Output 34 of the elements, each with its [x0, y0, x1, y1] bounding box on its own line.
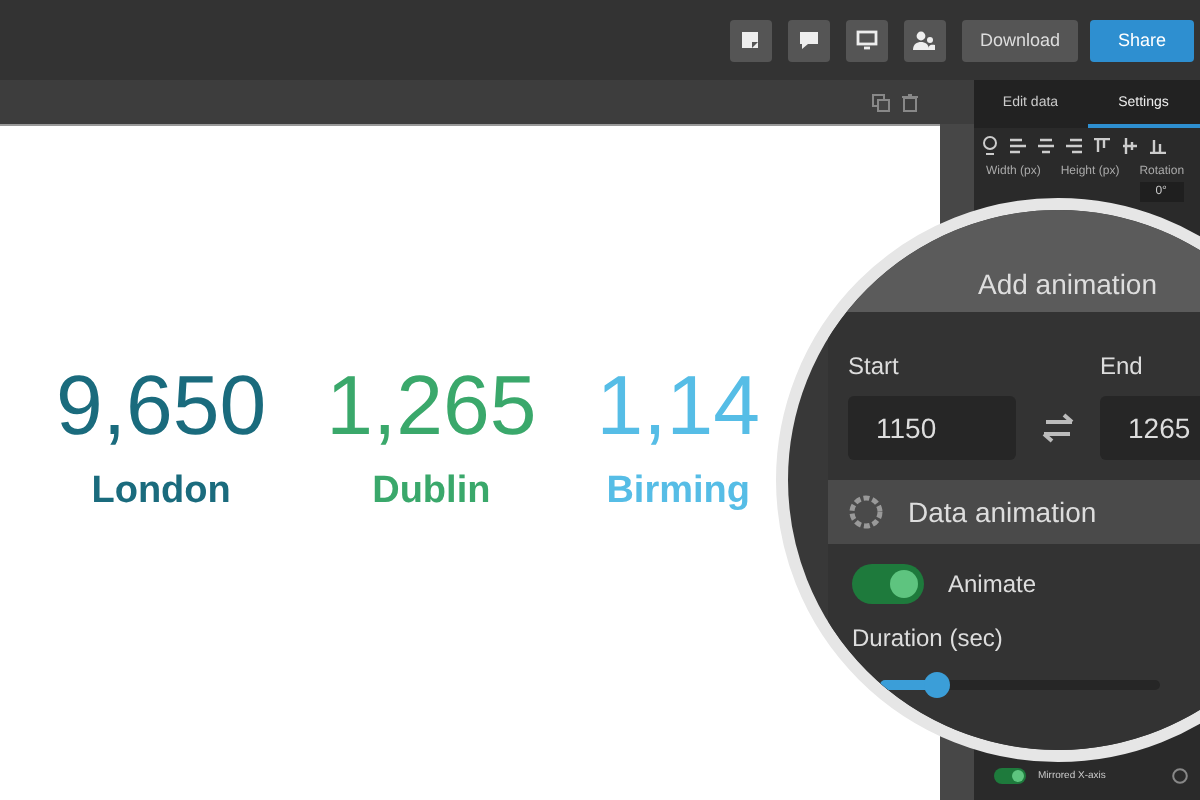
- toggle-label: Animate: [948, 570, 1037, 598]
- stat-value: 9,650: [56, 362, 267, 450]
- stat-label: London: [91, 470, 231, 514]
- stat-value: 1,14: [596, 362, 760, 450]
- stat-label: Birming: [606, 470, 750, 514]
- speech-bubble-icon[interactable]: [787, 19, 830, 61]
- duration-label: Duration (sec): [852, 624, 1003, 652]
- toggle-switch[interactable]: [994, 768, 1026, 784]
- share-button[interactable]: Share: [1090, 19, 1194, 61]
- start-label: Start: [848, 352, 901, 380]
- align-icon[interactable]: [1038, 138, 1054, 154]
- align-icon[interactable]: [1094, 138, 1110, 154]
- section-title: Data animation: [908, 496, 1097, 528]
- download-button[interactable]: Download: [961, 19, 1078, 61]
- start-field[interactable]: 1150: [848, 396, 1016, 460]
- stat-value: 1,265: [326, 362, 537, 450]
- align-icon[interactable]: [1150, 138, 1166, 154]
- animate-toggle[interactable]: [852, 564, 924, 604]
- note-icon[interactable]: [729, 19, 772, 61]
- stat-label: Dublin: [372, 470, 491, 514]
- align-icon[interactable]: [1122, 138, 1138, 154]
- copy-icon[interactable]: [872, 93, 890, 111]
- help-icon[interactable]: [1172, 768, 1188, 784]
- dialog-title: Add animation: [978, 268, 1158, 300]
- end-field[interactable]: 1265: [1100, 396, 1200, 460]
- monitor-icon[interactable]: [845, 19, 888, 61]
- slider-thumb[interactable]: [924, 672, 950, 698]
- spinner-icon: [848, 494, 884, 530]
- align-icon[interactable]: [1010, 138, 1026, 154]
- end-label: End: [1100, 352, 1145, 380]
- users-icon[interactable]: [903, 19, 946, 61]
- align-icon[interactable]: [1066, 138, 1082, 154]
- trash-icon[interactable]: [902, 93, 918, 111]
- swap-icon[interactable]: [1040, 412, 1076, 444]
